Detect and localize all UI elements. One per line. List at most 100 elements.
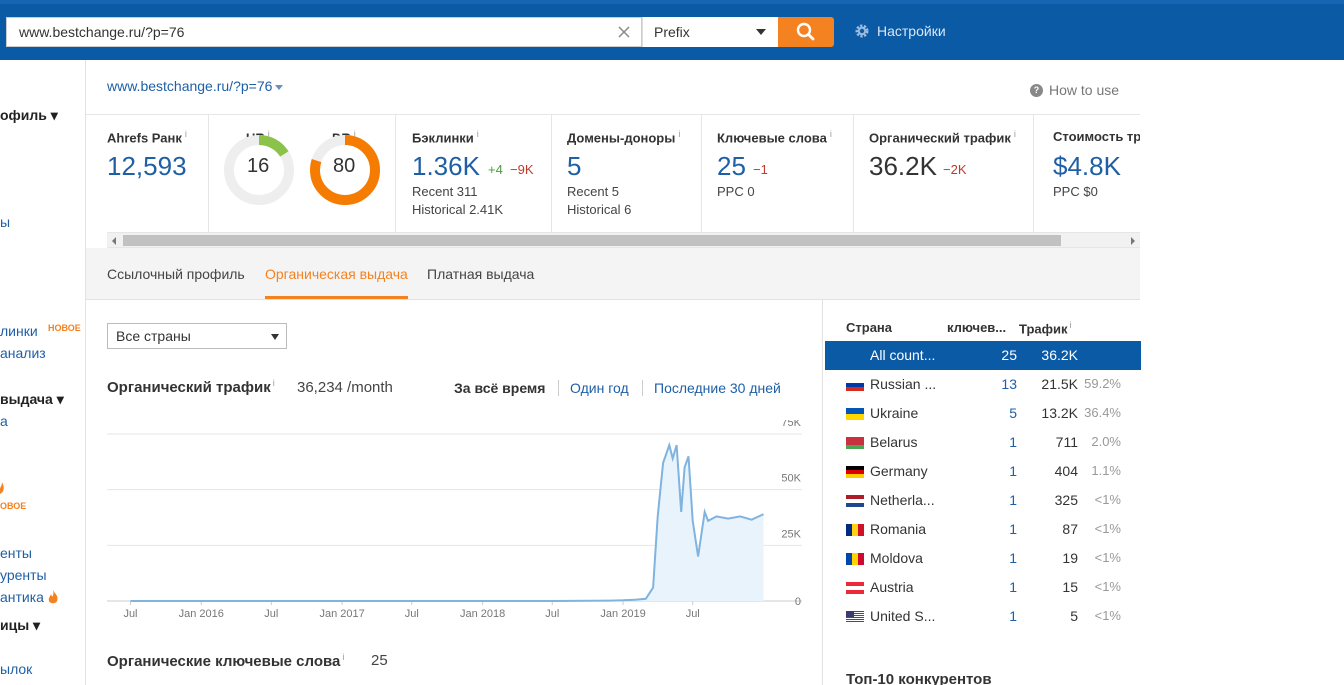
x-tick-label: Jul <box>405 608 419 620</box>
nav-item[interactable]: енты <box>0 545 32 561</box>
country-keywords[interactable]: 1 <box>965 463 1017 479</box>
column-header-traffic[interactable]: Трафик i <box>1019 320 1072 336</box>
table-row[interactable]: Ukraine 5 13.2K 36.4% <box>825 399 1141 428</box>
country-select[interactable]: Все страны <box>107 323 287 349</box>
country-traffic: 404 <box>1054 463 1078 479</box>
country-name[interactable]: Ukraine <box>870 405 940 421</box>
organic-traffic-value: 36.2K <box>869 151 937 181</box>
main-panel: www.bestchange.ru/?p=76 ? How to use Ahre… <box>86 60 1141 685</box>
country-share: 2.0% <box>1091 434 1121 449</box>
table-row[interactable]: Austria 1 15 <1% <box>825 573 1141 602</box>
domains-value[interactable]: 5 <box>567 151 581 182</box>
help-icon: ? <box>1030 83 1043 97</box>
range-all-time[interactable]: За всё время <box>454 380 545 396</box>
backlinks-value[interactable]: 1.36K <box>412 151 480 182</box>
country-share: 1.1% <box>1091 463 1121 478</box>
country-keywords[interactable]: 1 <box>965 492 1017 508</box>
ahrefs-rank-value[interactable]: 12,593 <box>107 151 187 182</box>
nav-item[interactable]: антика <box>0 589 44 605</box>
column-header-keywords[interactable]: ключев... <box>947 320 1006 335</box>
country-keywords[interactable]: 1 <box>965 550 1017 566</box>
country-name[interactable]: Romania <box>870 521 940 537</box>
country-name[interactable]: Belarus <box>870 434 940 450</box>
country-name[interactable]: Moldova <box>870 550 940 566</box>
country-table: Страна ключев... Трафик i All count... 25 3… <box>822 300 1141 685</box>
y-tick-label: 25K <box>781 528 801 540</box>
tab-organic[interactable]: Органическая выдача <box>265 266 408 282</box>
clear-icon[interactable] <box>616 24 632 40</box>
flag-icon-at <box>846 582 864 594</box>
column-header-country[interactable]: Страна <box>846 320 892 335</box>
country-name[interactable]: All count... <box>870 347 940 363</box>
country-name[interactable]: Germany <box>870 463 940 479</box>
table-row[interactable]: Netherla... 1 325 <1% <box>825 486 1141 515</box>
country-keywords[interactable]: 1 <box>965 434 1017 450</box>
scroll-right-icon[interactable] <box>1131 237 1135 245</box>
country-traffic: 87 <box>1062 521 1078 537</box>
keywords-delta-down: −1 <box>753 162 768 177</box>
settings-label: Настройки <box>877 23 946 39</box>
nav-item[interactable]: ылок <box>0 661 32 677</box>
table-row[interactable]: Russian ... 13 21.5K 59.2% <box>825 370 1141 399</box>
range-one-year[interactable]: Один год <box>570 380 629 396</box>
nav-item[interactable]: а <box>0 413 8 429</box>
how-to-use-link[interactable]: ? How to use <box>1030 82 1119 98</box>
country-keywords[interactable]: 13 <box>965 376 1017 392</box>
country-keywords[interactable]: 1 <box>965 579 1017 595</box>
chevron-down-icon[interactable] <box>275 85 283 90</box>
country-keywords[interactable]: 25 <box>965 347 1017 363</box>
nav-head-pages[interactable]: ицы ▾ <box>0 617 40 634</box>
country-keywords[interactable]: 1 <box>965 521 1017 537</box>
flag-icon-by <box>846 437 864 449</box>
horizontal-scrollbar[interactable] <box>107 232 1140 248</box>
divider <box>1033 115 1034 232</box>
scroll-thumb[interactable] <box>123 235 1061 246</box>
keywords-count: 25 <box>371 652 388 669</box>
range-30-days[interactable]: Последние 30 дней <box>654 380 781 396</box>
how-to-use-label: How to use <box>1049 82 1120 98</box>
nav-item[interactable]: анализ <box>0 345 46 361</box>
country-share: 36.4% <box>1084 405 1121 420</box>
keywords-value[interactable]: 25 <box>717 151 746 182</box>
settings-button[interactable]: Настройки <box>854 23 946 39</box>
x-tick-label: Jul <box>686 608 700 620</box>
flag-icon-de <box>846 466 864 478</box>
tab-paid[interactable]: Платная выдача <box>427 266 534 282</box>
traffic-cost-value[interactable]: $4.8K <box>1053 151 1121 182</box>
traffic-cost-ppc: PPC $0 <box>1053 184 1098 199</box>
country-share: <1% <box>1094 579 1121 594</box>
table-row[interactable]: Belarus 1 711 2.0% <box>825 428 1141 457</box>
chevron-down-icon <box>271 334 279 340</box>
site-url-link[interactable]: www.bestchange.ru/?p=76 <box>107 78 272 94</box>
table-row[interactable]: Moldova 1 19 <1% <box>825 544 1141 573</box>
divider <box>642 380 643 396</box>
search-button[interactable] <box>778 17 834 47</box>
x-tick-label: Jul <box>545 608 559 620</box>
tab-link-profile[interactable]: Ссылочный профиль <box>107 266 245 282</box>
nav-item[interactable]: ы <box>0 214 10 230</box>
country-name[interactable]: Austria <box>870 579 940 595</box>
nav-head-organic[interactable]: выдача ▾ <box>0 391 64 408</box>
country-name[interactable]: United S... <box>870 608 940 624</box>
fire-icon <box>0 482 4 494</box>
table-row[interactable]: United S... 1 5 <1% <box>825 602 1141 631</box>
scroll-left-icon[interactable] <box>112 237 116 245</box>
nav-head-profile[interactable]: офиль ▾ <box>0 107 58 124</box>
country-traffic: 711 <box>1055 434 1078 450</box>
nav-item[interactable]: линки <box>0 323 38 339</box>
top-competitors-title: Топ-10 конкурентов <box>846 671 992 685</box>
table-row[interactable]: Romania 1 87 <1% <box>825 515 1141 544</box>
country-keywords[interactable]: 1 <box>965 608 1017 624</box>
country-name[interactable]: Russian ... <box>870 376 940 392</box>
dr-value: 80 <box>333 155 356 177</box>
active-tab-indicator <box>265 296 408 299</box>
country-name[interactable]: Netherla... <box>870 492 940 508</box>
nav-item[interactable]: уренты <box>0 567 47 583</box>
country-keywords[interactable]: 5 <box>965 405 1017 421</box>
url-input[interactable]: www.bestchange.ru/?p=76 <box>6 17 642 47</box>
table-row[interactable]: Germany 1 404 1.1% <box>825 457 1141 486</box>
mode-select-value: Prefix <box>654 24 690 40</box>
table-row-selected[interactable]: All count... 25 36.2K <box>825 341 1141 370</box>
chevron-down-icon <box>756 29 766 35</box>
traffic-title: Органический трафик i <box>107 378 275 396</box>
